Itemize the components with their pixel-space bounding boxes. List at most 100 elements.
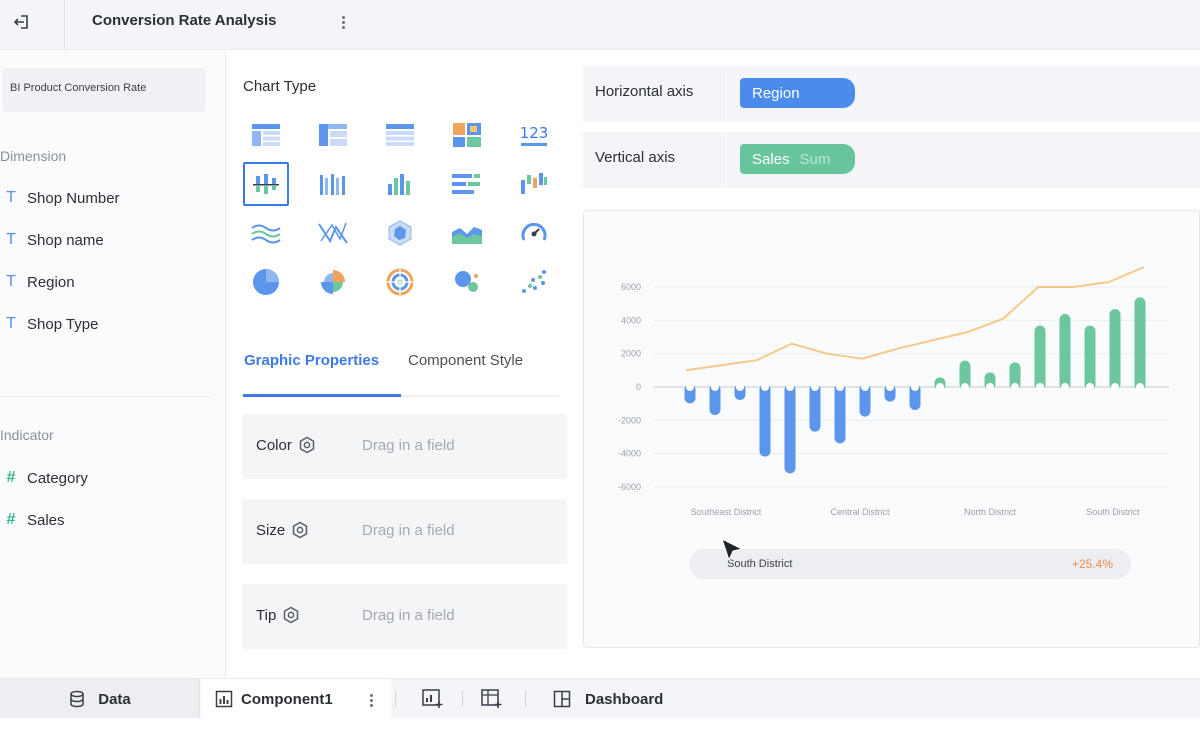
add-component-icon[interactable] (421, 687, 445, 711)
bar-baseline-dot (1061, 383, 1069, 391)
top-bar: Conversion Rate Analysis (0, 0, 1200, 50)
rose-pie-icon[interactable] (310, 260, 356, 304)
text-type-icon: T (6, 315, 16, 332)
scatter-icon[interactable] (511, 260, 557, 304)
dimension-field-region[interactable]: T Region (2, 270, 74, 294)
polygon-icon[interactable] (377, 211, 423, 255)
multi-column-icon[interactable] (310, 162, 356, 206)
dimension-field-shop-type[interactable]: T Shop Type (2, 312, 98, 336)
tab-data-label: Data (98, 690, 131, 708)
chart-tooltip: South District +25.4% (689, 549, 1131, 579)
dimension-section-label: Dimension (0, 148, 67, 164)
pill-aggregation: Sum (799, 151, 831, 168)
indicator-field-category[interactable]: # Category (2, 466, 88, 490)
tab-graphic-properties[interactable]: Graphic Properties (244, 352, 379, 369)
field-label: Shop Number (27, 189, 120, 207)
bubble-icon[interactable] (444, 260, 490, 304)
tip-property: Tip (256, 606, 300, 624)
horizontal-axis-label: Horizontal axis (595, 83, 694, 100)
y-tick-label: 4000 (621, 315, 641, 325)
area-chart-icon[interactable] (444, 211, 490, 255)
add-table-icon[interactable] (480, 687, 504, 711)
back-icon[interactable] (6, 8, 38, 36)
tip-property-row[interactable]: Tip Drag in a field (242, 584, 567, 649)
radar-line-icon[interactable] (310, 211, 356, 255)
number-type-icon: # (6, 469, 16, 486)
gear-icon[interactable] (291, 521, 309, 539)
bar-baseline-dot (1036, 383, 1044, 391)
chart-preview: 6000 4000 2000 0 -2000 -4000 -6000 Southeast Di… (583, 210, 1200, 648)
dimension-field-shop-number[interactable]: T Shop Number (2, 186, 120, 210)
chart-bar (834, 384, 846, 444)
config-panel: Chart Type 123 Graphic Properties Compon… (227, 51, 572, 678)
bar-baseline-dot (1136, 383, 1144, 391)
bar-baseline-dot (1011, 383, 1019, 391)
detail-table-icon[interactable] (377, 113, 423, 157)
bar-baseline-dot (711, 383, 719, 391)
gauge-icon[interactable] (511, 211, 557, 255)
size-drop-zone[interactable]: Drag in a field (362, 522, 455, 539)
dashboard-icon (553, 690, 571, 708)
indicator-field-sales[interactable]: # Sales (2, 508, 65, 532)
text-type-icon: T (6, 189, 16, 206)
chart-bar (1109, 309, 1121, 390)
horizontal-axis-field-pill[interactable]: Region (740, 78, 855, 108)
pill-label: Sales (752, 151, 790, 168)
kpi-number-icon[interactable]: 123 (511, 113, 557, 157)
vertical-axis-row: Vertical axis Sales Sum (583, 132, 1200, 188)
sales-chart: 6000 4000 2000 0 -2000 -4000 -6000 Southeast Di… (618, 266, 1169, 517)
cross-table-icon[interactable] (310, 113, 356, 157)
bar-baseline-dot (736, 383, 744, 391)
column-chart-icon[interactable] (377, 162, 423, 206)
grouped-bar-icon[interactable] (243, 162, 289, 206)
tab-dashboard[interactable]: Dashboard (553, 679, 663, 719)
chart-bar (1084, 325, 1096, 390)
svg-text:123: 123 (520, 124, 549, 142)
field-panel: BI Product Conversion Rate Dimension T S… (0, 51, 226, 678)
bottom-bar: Data Component1 Dashboard (0, 678, 1200, 719)
chart-bar (1059, 314, 1071, 390)
bar-baseline-dot (1111, 383, 1119, 391)
color-property: Color (256, 436, 316, 454)
field-label: Shop name (27, 231, 104, 249)
tab-component1-label: Component1 (241, 690, 333, 708)
size-property-row[interactable]: Size Drag in a field (242, 499, 567, 564)
bar-baseline-dot (961, 383, 969, 391)
bar-baseline-dot (936, 383, 944, 391)
component-more-icon[interactable] (364, 689, 378, 711)
pill-label: Region (752, 85, 800, 102)
bar-baseline-dot (811, 383, 819, 391)
section-divider (0, 396, 210, 397)
wave-line-icon[interactable] (243, 211, 289, 255)
bar-baseline-dot (786, 383, 794, 391)
waterfall-icon[interactable] (511, 162, 557, 206)
property-tabs: Graphic Properties Component Style (243, 349, 559, 397)
bar-baseline-dot (761, 383, 769, 391)
x-tick-label: Southeast District (691, 507, 762, 517)
text-type-icon: T (6, 231, 16, 248)
x-tick-label: North District (964, 507, 1017, 517)
gear-icon[interactable] (282, 606, 300, 624)
color-drop-zone[interactable]: Drag in a field (362, 437, 455, 454)
pie-chart-icon[interactable] (243, 260, 289, 304)
color-block-icon[interactable] (444, 113, 490, 157)
gear-icon[interactable] (298, 436, 316, 454)
chart-bar (1034, 325, 1046, 390)
chart-bar (1134, 297, 1146, 390)
tip-drop-zone[interactable]: Drag in a field (362, 607, 455, 624)
bottom-divider (395, 691, 396, 707)
ring-target-icon[interactable] (377, 260, 423, 304)
tab-component1[interactable]: Component1 (201, 679, 391, 719)
topbar-divider (64, 0, 65, 50)
vertical-axis-field-pill[interactable]: Sales Sum (740, 144, 855, 174)
tab-data[interactable]: Data (0, 679, 200, 719)
color-property-row[interactable]: Color Drag in a field (242, 414, 567, 479)
field-label: Shop Type (27, 315, 99, 333)
title-more-icon[interactable] (336, 10, 350, 34)
tab-component-style[interactable]: Component Style (408, 352, 523, 369)
dataset-name[interactable]: BI Product Conversion Rate (2, 68, 206, 112)
horizontal-bar-icon[interactable] (444, 162, 490, 206)
table-icon[interactable] (243, 113, 289, 157)
y-tick-label: 6000 (621, 282, 641, 292)
dimension-field-shop-name[interactable]: T Shop name (2, 228, 104, 252)
